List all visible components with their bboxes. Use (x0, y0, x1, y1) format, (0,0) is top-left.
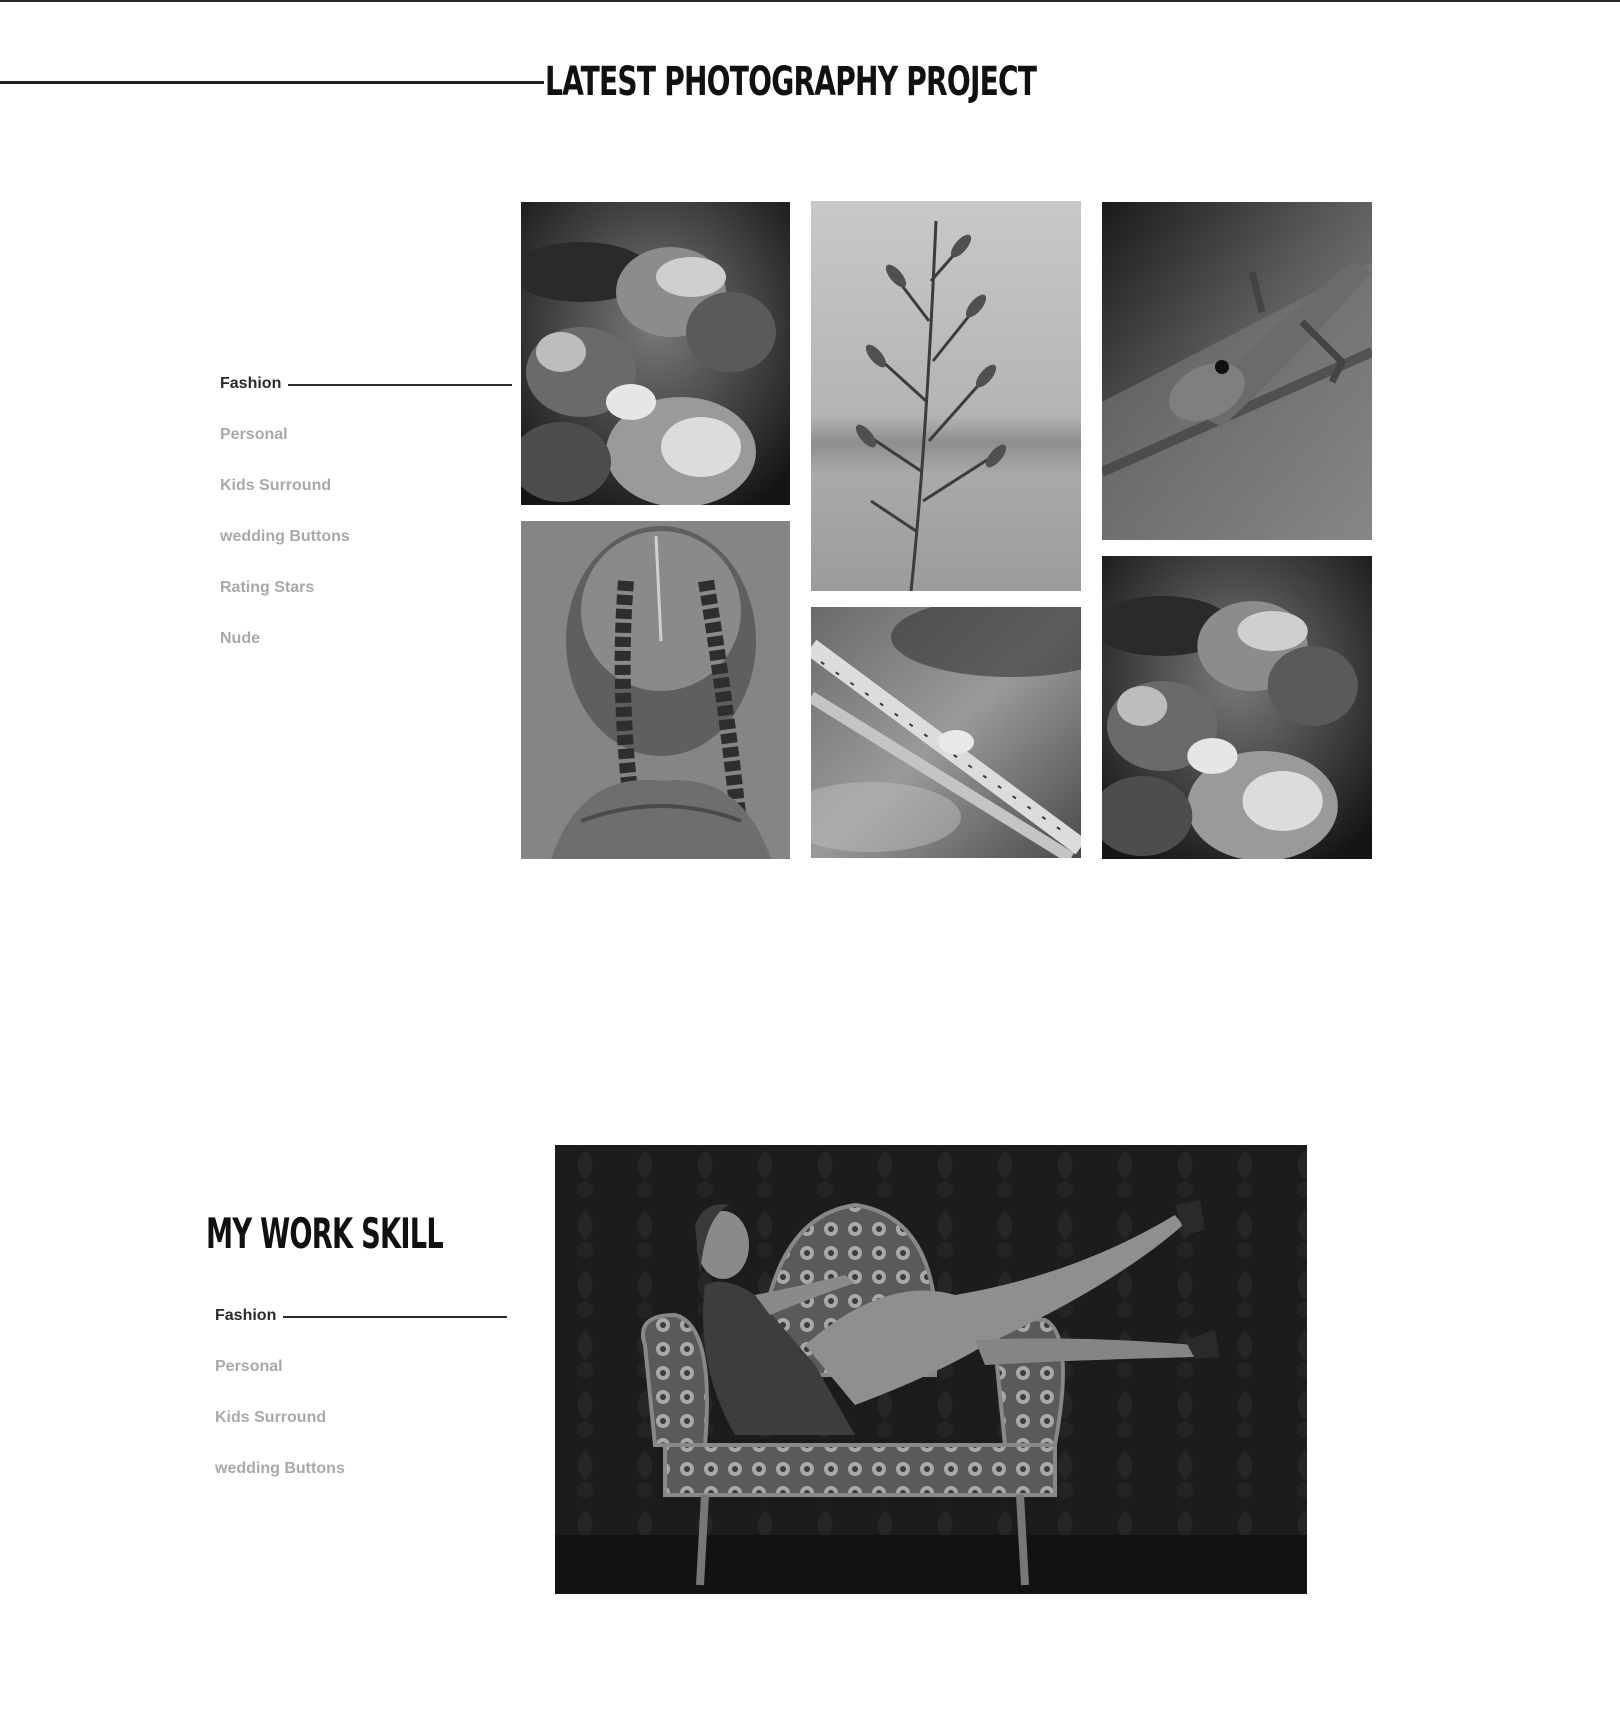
filter-label: Fashion (215, 1307, 277, 1324)
filter-fashion[interactable]: Fashion (220, 374, 512, 425)
girl-braids-image (521, 521, 790, 859)
skill-category-menu: Fashion Personal Kids Surround wedding B… (215, 1306, 507, 1510)
filter-label: Rating Stars (220, 579, 315, 596)
title-divider (0, 81, 544, 84)
filter-label: Kids Surround (215, 1409, 327, 1426)
gallery-photo-popcorn-2[interactable] (1102, 556, 1372, 859)
skill-filter-fashion[interactable]: Fashion (215, 1306, 507, 1357)
skill-filter-kids-surround[interactable]: Kids Surround (215, 1408, 345, 1459)
active-indicator-line (283, 1316, 507, 1318)
top-divider (0, 0, 1620, 2)
filter-nude[interactable]: Nude (220, 629, 350, 680)
gallery-photo-stick-macro[interactable] (811, 607, 1081, 858)
skill-filter-wedding-buttons[interactable]: wedding Buttons (215, 1459, 345, 1510)
stick-macro-image (811, 607, 1081, 858)
filter-personal[interactable]: Personal (220, 425, 350, 476)
gallery-photo-grass[interactable] (811, 201, 1081, 591)
popcorn-image (521, 202, 790, 505)
filter-rating-stars[interactable]: Rating Stars (220, 578, 350, 629)
gallery-photo-lizard[interactable] (1102, 202, 1372, 540)
category-filter-menu: Fashion Personal Kids Surround wedding B… (220, 374, 512, 680)
filter-label: Fashion (220, 375, 282, 392)
filter-label: wedding Buttons (215, 1460, 345, 1477)
section-title: MY WORK SKILL (206, 1209, 444, 1258)
active-indicator-line (288, 384, 512, 386)
filter-label: Nude (220, 630, 260, 647)
filter-wedding-buttons[interactable]: wedding Buttons (220, 527, 350, 578)
filter-label: Personal (220, 426, 288, 443)
filter-kids-surround[interactable]: Kids Surround (220, 476, 350, 527)
filter-label: Kids Surround (220, 477, 332, 494)
skill-photo-woman-chaise[interactable] (555, 1145, 1307, 1594)
skill-filter-personal[interactable]: Personal (215, 1357, 345, 1408)
filter-label: Personal (215, 1358, 283, 1375)
gallery-photo-popcorn[interactable] (521, 202, 790, 505)
gallery-photo-girl-braids[interactable] (521, 521, 790, 859)
lizard-image (1102, 202, 1372, 540)
popcorn-image (1102, 556, 1372, 859)
grass-image (811, 201, 1081, 591)
filter-label: wedding Buttons (220, 528, 350, 545)
section-title: LATEST PHOTOGRAPHY PROJECT (545, 59, 1037, 105)
woman-chaise-image (555, 1145, 1307, 1594)
